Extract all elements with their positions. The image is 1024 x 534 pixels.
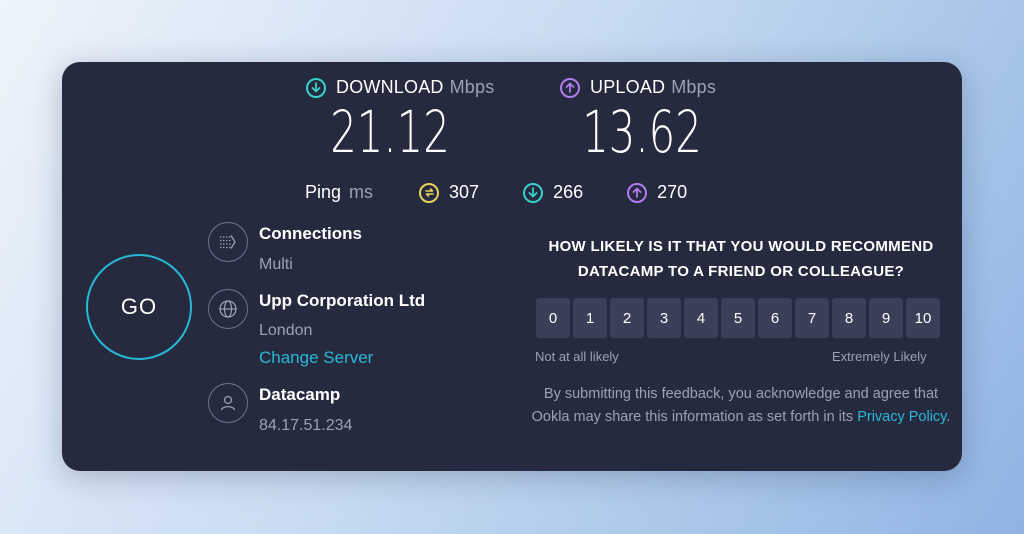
upload-unit: Mbps <box>671 77 717 97</box>
survey-question: HOW LIKELY IS IT THAT YOU WOULD RECOMMEN… <box>531 234 951 284</box>
connections-value: Multi <box>259 256 293 273</box>
speedtest-card: DOWNLOAD Mbps 21.12 UPLOAD Mbps 13.62 Pi… <box>62 62 962 471</box>
ping-label: Ping <box>305 182 342 202</box>
user-icon <box>208 383 248 423</box>
ping-idle-value: 307 <box>449 182 480 202</box>
upload-label: UPLOAD <box>590 77 666 97</box>
scale-option-1[interactable]: 1 <box>573 298 607 338</box>
provider-ip: 84.17.51.234 <box>259 417 353 434</box>
server-location: London <box>259 322 313 339</box>
scale-option-8[interactable]: 8 <box>832 298 866 338</box>
survey-question-line2: DATACAMP TO A FRIEND OR COLLEAGUE? <box>577 263 905 280</box>
go-button[interactable]: GO <box>86 254 192 360</box>
ping-idle-icon <box>419 182 440 203</box>
download-value: 21.12 <box>330 98 450 166</box>
ping-download: 266 <box>523 182 583 203</box>
change-server-link[interactable]: Change Server <box>259 348 373 368</box>
recommend-scale: 0 1 2 3 4 5 6 7 8 9 10 <box>536 298 940 338</box>
scale-option-10[interactable]: 10 <box>906 298 940 338</box>
feedback-disclaimer: By submitting this feedback, you acknowl… <box>531 383 951 429</box>
upload-value: 13.62 <box>582 98 702 166</box>
survey-question-line1: HOW LIKELY IS IT THAT YOU WOULD RECOMMEN… <box>548 238 934 255</box>
disclaimer-end: . <box>946 409 951 425</box>
connections-icon <box>208 222 248 262</box>
globe-icon <box>208 289 248 329</box>
upload-arrow-icon <box>560 77 580 98</box>
scale-option-3[interactable]: 3 <box>647 298 681 338</box>
scale-high-label: Extremely Likely <box>832 349 927 364</box>
download-arrow-icon <box>306 77 326 98</box>
upload-header: UPLOAD Mbps <box>560 77 716 98</box>
scale-option-0[interactable]: 0 <box>536 298 570 338</box>
scale-low-label: Not at all likely <box>535 349 619 364</box>
scale-option-6[interactable]: 6 <box>758 298 792 338</box>
scale-option-2[interactable]: 2 <box>610 298 644 338</box>
ping-idle: 307 <box>419 182 479 203</box>
server-name: Upp Corporation Ltd <box>259 291 426 310</box>
ping-download-value: 266 <box>553 182 584 202</box>
privacy-policy-link[interactable]: Privacy Policy <box>857 409 946 425</box>
provider-name: Datacamp <box>259 385 341 404</box>
ping-download-icon <box>523 182 544 203</box>
scale-option-4[interactable]: 4 <box>684 298 718 338</box>
ping-upload-value: 270 <box>657 182 688 202</box>
ping-upload-icon <box>627 182 648 203</box>
ping-upload: 270 <box>627 182 687 203</box>
ping-unit: ms <box>349 182 374 202</box>
download-unit: Mbps <box>449 77 495 97</box>
download-header: DOWNLOAD Mbps <box>306 77 494 98</box>
ping-row: Ping ms 307 266 270 <box>305 182 731 203</box>
scale-option-9[interactable]: 9 <box>869 298 903 338</box>
connections-title: Connections <box>259 224 362 243</box>
scale-option-5[interactable]: 5 <box>721 298 755 338</box>
download-label: DOWNLOAD <box>336 77 444 97</box>
scale-option-7[interactable]: 7 <box>795 298 829 338</box>
